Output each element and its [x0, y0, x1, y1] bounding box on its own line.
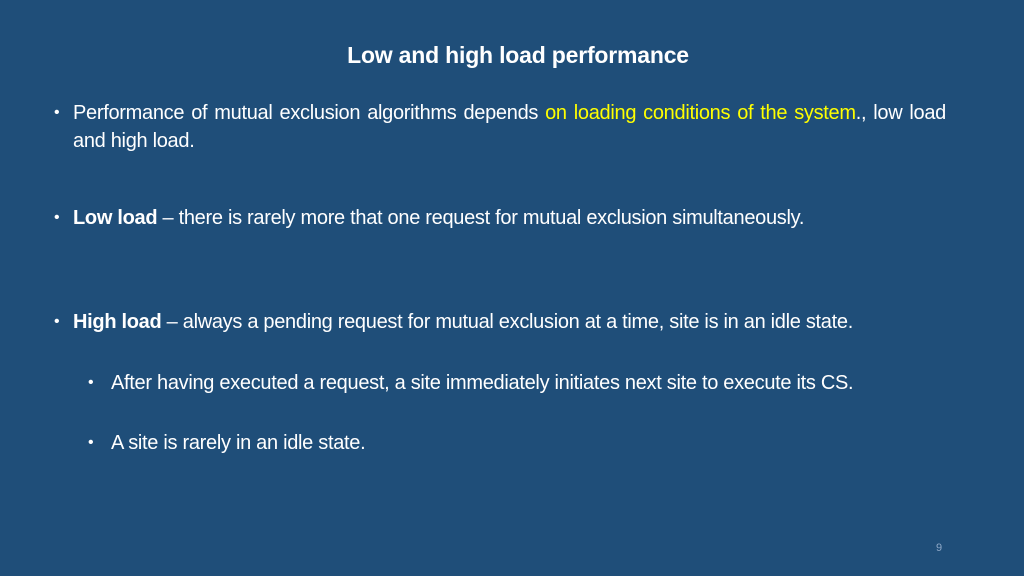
bullet-icon: • — [88, 374, 94, 391]
bullet-term: High load — [73, 311, 162, 333]
bullet-icon: • — [54, 313, 60, 330]
highlighted-text: on loading conditions of the system — [545, 102, 856, 124]
page-number: 9 — [936, 542, 943, 554]
bullet-text: Performance of mutual exclusion algorith… — [73, 102, 546, 124]
bullet-icon: • — [54, 209, 60, 226]
sub-bullet-text: A site is rarely in an idle state. — [111, 432, 366, 454]
bullet-text: – there is rarely more that one request … — [157, 207, 805, 229]
bullet-low-load: • Low load – there is rarely more that o… — [54, 204, 946, 232]
bullet-loading-conditions: • Performance of mutual exclusion algori… — [54, 99, 946, 155]
slide-title: Low and high load performance — [347, 42, 689, 68]
bullet-high-load: • High load – always a pending request f… — [54, 308, 946, 336]
bullet-icon: • — [54, 104, 60, 121]
sub-bullet-text: After having executed a request, a site … — [111, 372, 854, 394]
sub-bullet-rarely-idle: • A site is rarely in an idle state. — [88, 429, 946, 457]
sub-bullet-executed-request: • After having executed a request, a sit… — [88, 369, 946, 397]
bullet-term: Low load — [73, 207, 158, 229]
bullet-icon: • — [88, 434, 94, 451]
bullet-text: – always a pending request for mutual ex… — [161, 311, 854, 333]
